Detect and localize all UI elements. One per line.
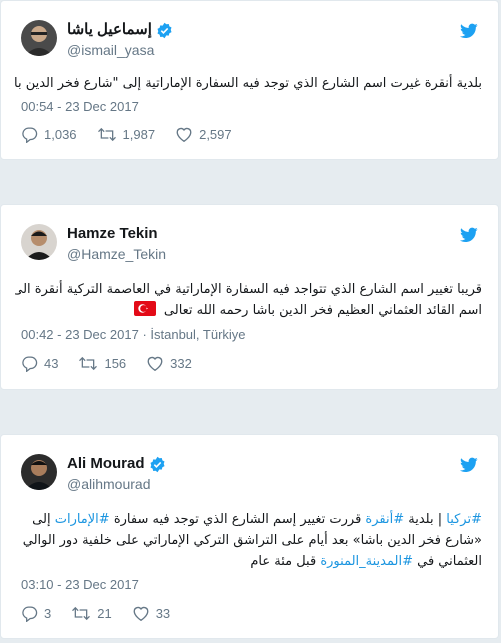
author-name[interactable]: Hamze Tekin [67,225,158,243]
tweet-location[interactable]: İstanbul, Türkiye [150,327,245,342]
tweet-meta: 00:42 - 23 Dec 2017 · İstanbul, Türkiye [21,327,246,343]
tweet-text-segment: العثماني في [412,554,482,569]
retweet-button[interactable]: 21 [71,605,112,622]
reply-icon [22,127,38,143]
tweet-text-segment: اسم القائد العثماني العظيم فخر الدين باش… [163,303,482,318]
tweet-card: Hamze Tekin @Hamze_Tekin قريبا تغيير اسم… [0,204,499,390]
verified-badge-icon [157,22,172,38]
tweet-text: قريبا تغيير اسم الشارع الذي تتواجد فيه ا… [15,279,482,321]
author-handle[interactable]: @alihmourad [67,476,150,493]
hashtag-link[interactable]: #الإمارات [55,512,110,527]
reply-icon [22,356,38,372]
tweet-text-segment: قررت تغيير إسم الشارع الذي توجد فيه سفار… [109,512,366,527]
tweet-text-line: بلدية أنقرة غيرت اسم الشارع الذي توجد في… [15,76,482,91]
retweet-icon [97,127,116,142]
hashtag-link[interactable]: #المدينة_المنورة [320,554,413,569]
retweet-button[interactable]: 156 [78,355,126,372]
author-handle[interactable]: @Hamze_Tekin [67,246,166,263]
twitter-bird-icon[interactable] [460,227,478,243]
avatar[interactable] [21,454,57,490]
tweet-actions: 3 21 33 [21,605,190,622]
tweet-timestamp[interactable]: 00:42 - 23 Dec 2017 [21,327,139,342]
reply-count: 3 [44,606,52,621]
heart-icon [147,356,163,372]
author-name[interactable]: Ali Mourad [67,455,145,473]
avatar[interactable] [21,224,57,260]
heart-icon [176,127,192,143]
reply-button[interactable]: 43 [21,355,58,372]
tweet-text-segment: إلى [32,512,55,527]
like-count: 332 [170,356,192,371]
tweet-text-segment: قبل مئة عام [250,554,321,569]
tweet-text: بلدية أنقرة غيرت اسم الشارع الذي توجد في… [15,73,482,94]
retweet-icon [72,606,91,621]
tweet-timestamp[interactable]: 03:10 - 23 Dec 2017 [21,577,139,593]
retweet-button[interactable]: 1,987 [97,126,156,143]
reply-count: 1,036 [44,127,77,142]
verified-badge-icon [149,456,165,472]
turkey-flag-icon [133,301,156,316]
like-button[interactable]: 332 [146,355,192,372]
twitter-bird-icon[interactable] [460,23,478,39]
tweet-actions: 43 156 332 [21,355,212,372]
twitter-bird-icon[interactable] [460,457,478,473]
author-name[interactable]: إسماعيل ياشا [67,21,152,39]
tweet-text: #تركيا | بلدية #أنقرة قررت تغيير إسم الش… [15,509,482,572]
hashtag-link[interactable]: #تركيا [446,512,482,527]
heart-icon [133,606,149,622]
reply-icon [22,606,38,622]
tweet-card: إسماعيل ياشا @ismail_yasa بلدية أنقرة غي… [0,0,499,160]
tweet-text-line: العثماني في #المدينة_المنورة قبل مئة عام [15,551,482,572]
tweet-timestamp[interactable]: 00:54 - 23 Dec 2017 [21,99,139,115]
retweet-count: 21 [97,606,112,621]
tweet-card: Ali Mourad @alihmourad #تركيا | بلدية #أ… [0,434,499,639]
like-count: 2,597 [199,127,232,142]
author-handle[interactable]: @ismail_yasa [67,42,154,59]
tweet-text-line: #تركيا | بلدية #أنقرة قررت تغيير إسم الش… [15,509,482,530]
tweet-text-line: اسم القائد العثماني العظيم فخر الدين باش… [15,300,482,321]
tweet-text-line: «شارع فخر الدين باشا» بعد أيام على الترا… [22,533,482,548]
hashtag-link[interactable]: #أنقرة [365,512,404,527]
reply-button[interactable]: 3 [21,605,51,622]
like-button[interactable]: 2,597 [175,126,232,143]
tweet-text-line: قريبا تغيير اسم الشارع الذي تتواجد فيه ا… [15,282,482,297]
tweet-actions: 1,036 1,987 2,597 [21,126,252,143]
like-count: 33 [155,606,171,621]
retweet-icon [79,356,98,371]
reply-button[interactable]: 1,036 [21,126,77,143]
avatar[interactable] [21,20,57,56]
like-button[interactable]: 33 [132,605,170,622]
retweet-count: 156 [104,356,127,371]
retweet-count: 1,987 [122,127,156,142]
reply-count: 43 [44,356,59,371]
tweet-text-segment: | بلدية [404,512,447,527]
